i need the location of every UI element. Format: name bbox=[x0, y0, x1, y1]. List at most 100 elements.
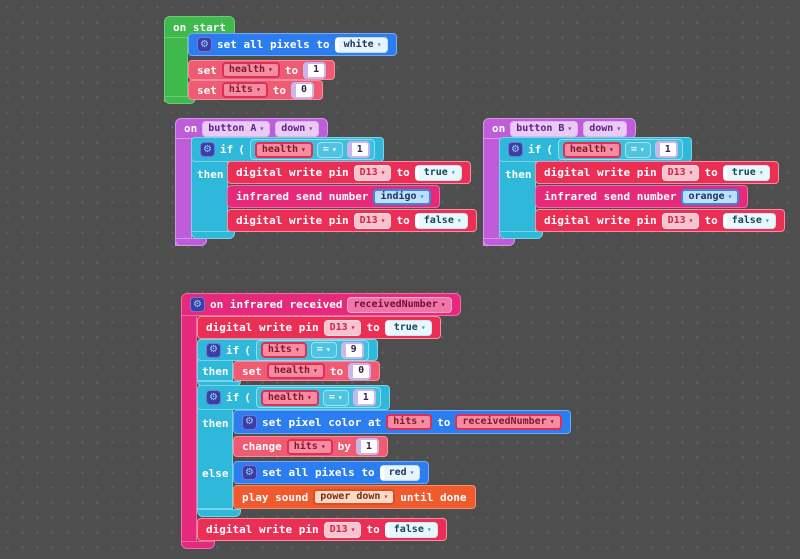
gear-icon[interactable]: ⚙ bbox=[508, 142, 523, 157]
number-slot[interactable]: 1 bbox=[655, 141, 678, 158]
block-set-hits[interactable]: set hits▾ to 0 bbox=[188, 80, 323, 100]
color-dropdown-indigo[interactable]: indigo▾ bbox=[373, 189, 431, 205]
event-block-on-infrared-received[interactable]: ⚙ on infrared received receivedNumber▾ d… bbox=[181, 293, 581, 553]
button-dropdown[interactable]: button A▾ bbox=[202, 121, 270, 137]
button-dropdown[interactable]: button B▾ bbox=[510, 121, 578, 137]
dropdown-value: button A bbox=[208, 124, 256, 134]
event-block-on-button-a[interactable]: on button A▾ down▾ ⚙ if ( health▾ =▾ 1 t… bbox=[175, 118, 465, 250]
color-dropdown-white[interactable]: white▾ bbox=[335, 37, 388, 53]
variable-dropdown-health[interactable]: health▾ bbox=[255, 142, 313, 158]
operator-value: = bbox=[329, 393, 335, 403]
variable-dropdown-health[interactable]: health▾ bbox=[563, 142, 621, 158]
number-slot[interactable]: 1 bbox=[347, 141, 370, 158]
variable-name: health bbox=[274, 366, 310, 376]
workspace[interactable]: { "palette":{"background":"#4E4E4E","gre… bbox=[0, 0, 800, 559]
dropdown-value: indigo bbox=[380, 192, 416, 202]
number-slot[interactable]: 1 bbox=[353, 389, 376, 406]
pin-dropdown[interactable]: D13▾ bbox=[324, 320, 362, 336]
block-label: digital write pin bbox=[236, 167, 349, 178]
block-change-hits[interactable]: change hits▾ by 1 bbox=[233, 436, 388, 457]
block-set-health[interactable]: set health▾ to 1 bbox=[188, 60, 335, 80]
block-set-all-pixels[interactable]: ⚙ set all pixels to white▾ bbox=[188, 33, 397, 56]
on-button-a-header[interactable]: on button A▾ down▾ bbox=[175, 118, 328, 139]
operator-dropdown[interactable]: =▾ bbox=[323, 390, 349, 406]
variable-dropdown-health[interactable]: health▾ bbox=[222, 62, 280, 78]
number-slot[interactable]: 9 bbox=[341, 342, 364, 359]
block-rail bbox=[483, 128, 500, 246]
number-slot[interactable]: 1 bbox=[356, 438, 379, 455]
variable-dropdown-hits[interactable]: hits▾ bbox=[386, 414, 432, 430]
pin-dropdown[interactable]: D13▾ bbox=[354, 213, 392, 229]
gear-icon[interactable]: ⚙ bbox=[197, 37, 212, 52]
event-dropdown[interactable]: down▾ bbox=[583, 121, 627, 137]
block-infrared-send[interactable]: infrared send number orange▾ bbox=[535, 185, 748, 208]
block-digital-write-pin[interactable]: digital write pin D13▾ to false▾ bbox=[227, 209, 477, 232]
if-block[interactable]: ⚙ if ( hits▾ =▾ 9 bbox=[197, 339, 378, 361]
bool-dropdown[interactable]: false▾ bbox=[385, 522, 438, 538]
event-block-on-start[interactable]: on start ⚙ set all pixels to white▾ set … bbox=[164, 16, 414, 111]
block-infrared-send[interactable]: infrared send number indigo▾ bbox=[227, 185, 440, 208]
number-slot[interactable]: 0 bbox=[348, 363, 371, 380]
color-dropdown-red[interactable]: red▾ bbox=[380, 465, 421, 481]
block-set-all-pixels[interactable]: ⚙ set all pixels to red▾ bbox=[233, 461, 429, 484]
comparison-block[interactable]: hits▾ =▾ 9 bbox=[256, 340, 369, 361]
bool-dropdown[interactable]: true▾ bbox=[723, 165, 770, 181]
block-play-sound[interactable]: play sound power down▾ until done bbox=[233, 485, 476, 509]
block-foot bbox=[483, 238, 515, 246]
gear-icon[interactable]: ⚙ bbox=[190, 297, 205, 312]
gear-icon[interactable]: ⚙ bbox=[200, 142, 215, 157]
if-block[interactable]: ⚙ if ( health▾ =▾ 1 bbox=[499, 137, 692, 162]
variable-dropdown-health[interactable]: health▾ bbox=[267, 363, 325, 379]
variable-dropdown-hits[interactable]: hits▾ bbox=[261, 342, 307, 358]
comparison-block[interactable]: health▾ =▾ 1 bbox=[250, 139, 375, 160]
variable-dropdown-hits[interactable]: hits▾ bbox=[222, 82, 268, 98]
pin-dropdown[interactable]: D13▾ bbox=[354, 165, 392, 181]
bool-dropdown[interactable]: true▾ bbox=[415, 165, 462, 181]
if-block-foot bbox=[191, 231, 235, 239]
variable-name: health bbox=[262, 145, 298, 155]
slot-bracket: ( bbox=[546, 144, 553, 155]
block-digital-write-pin[interactable]: digital write pin D13▾ to true▾ bbox=[535, 161, 779, 184]
operator-dropdown[interactable]: =▾ bbox=[317, 142, 343, 158]
pin-dropdown[interactable]: D13▾ bbox=[662, 165, 700, 181]
chevron-down-icon: ▾ bbox=[427, 526, 432, 534]
gear-icon[interactable]: ⚙ bbox=[242, 465, 257, 480]
chevron-down-icon: ▾ bbox=[351, 526, 356, 534]
bool-dropdown[interactable]: false▾ bbox=[723, 213, 776, 229]
block-digital-write-pin[interactable]: digital write pin D13▾ to true▾ bbox=[197, 316, 441, 339]
comparison-block[interactable]: health▾ =▾ 1 bbox=[256, 387, 381, 408]
variable-dropdown-health[interactable]: health▾ bbox=[261, 390, 319, 406]
param-dropdown-receivedNumber[interactable]: receivedNumber▾ bbox=[347, 297, 451, 313]
color-dropdown-orange[interactable]: orange▾ bbox=[681, 189, 739, 205]
bool-dropdown[interactable]: true▾ bbox=[385, 320, 432, 336]
block-set-pixel-color[interactable]: ⚙ set pixel color at hits▾ to receivedNu… bbox=[233, 410, 571, 434]
operator-dropdown[interactable]: =▾ bbox=[625, 142, 651, 158]
gear-icon[interactable]: ⚙ bbox=[242, 415, 257, 430]
chevron-down-icon: ▾ bbox=[332, 146, 337, 154]
pin-dropdown[interactable]: D13▾ bbox=[662, 213, 700, 229]
variable-dropdown-hits[interactable]: hits▾ bbox=[287, 439, 333, 455]
gear-icon[interactable]: ⚙ bbox=[206, 390, 221, 405]
block-digital-write-pin[interactable]: digital write pin D13▾ to false▾ bbox=[197, 518, 447, 541]
if-block[interactable]: ⚙ if ( health▾ =▾ 1 bbox=[191, 137, 384, 162]
gear-icon[interactable]: ⚙ bbox=[206, 343, 221, 358]
comparison-block[interactable]: health▾ =▾ 1 bbox=[558, 139, 683, 160]
block-label: digital write pin bbox=[206, 322, 319, 333]
event-block-on-button-b[interactable]: on button B▾ down▾ ⚙ if ( health▾ =▾ 1 t… bbox=[483, 118, 773, 250]
operator-dropdown[interactable]: =▾ bbox=[311, 342, 337, 358]
on-infrared-received-header[interactable]: ⚙ on infrared received receivedNumber▾ bbox=[181, 293, 461, 316]
variable-dropdown-receivedNumber[interactable]: receivedNumber▾ bbox=[455, 414, 561, 430]
block-set-health[interactable]: set health▾ to 0 bbox=[233, 361, 380, 381]
event-dropdown[interactable]: down▾ bbox=[275, 121, 319, 137]
number-slot[interactable]: 1 bbox=[303, 62, 326, 79]
block-digital-write-pin[interactable]: digital write pin D13▾ to false▾ bbox=[535, 209, 785, 232]
operator-value: = bbox=[323, 145, 329, 155]
block-digital-write-pin[interactable]: digital write pin D13▾ to true▾ bbox=[227, 161, 471, 184]
pin-dropdown[interactable]: D13▾ bbox=[324, 522, 362, 538]
number-slot[interactable]: 0 bbox=[291, 82, 314, 99]
bool-value: true bbox=[394, 323, 418, 333]
sound-dropdown[interactable]: power down▾ bbox=[313, 489, 395, 505]
bool-dropdown[interactable]: false▾ bbox=[415, 213, 468, 229]
if-block[interactable]: ⚙ if ( health▾ =▾ 1 bbox=[197, 385, 390, 410]
on-button-b-header[interactable]: on button B▾ down▾ bbox=[483, 118, 636, 139]
